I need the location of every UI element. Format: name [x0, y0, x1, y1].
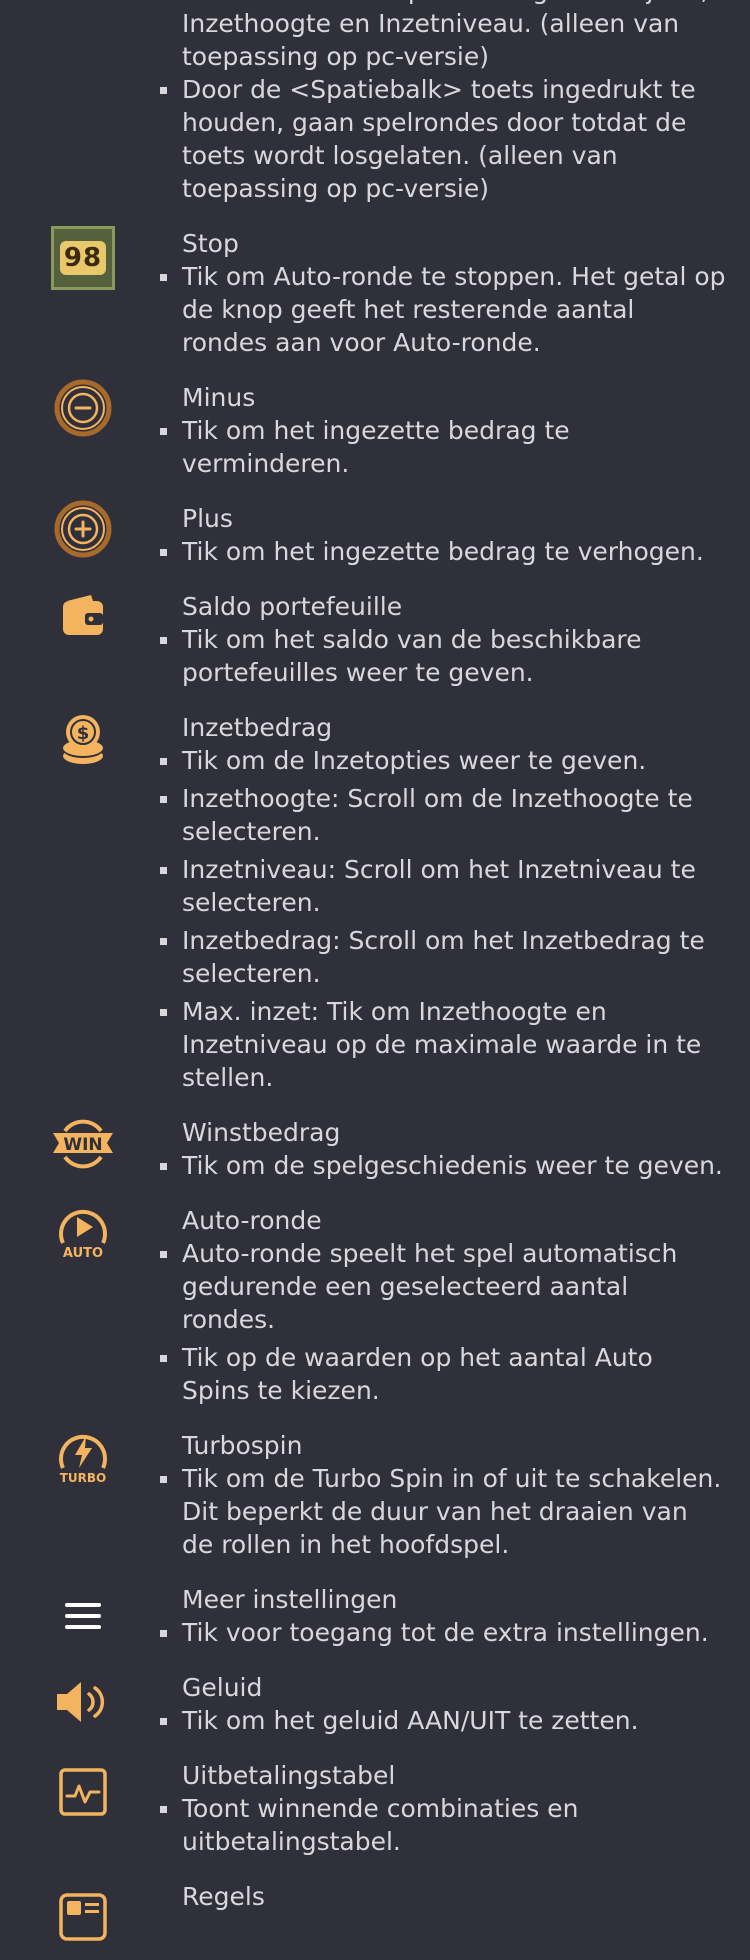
win-icon: WIN: [50, 1110, 116, 1176]
sound-icon: [50, 1669, 116, 1735]
stop-badge-count: 98: [59, 241, 107, 275]
spacebar-item-2: Door de <Spatiebalk> toets ingedrukt te …: [160, 73, 726, 205]
turbo-icon: TURBO: [50, 1423, 116, 1495]
section-sound: Geluid Tik om het geluid AAN/UIT te zett…: [0, 1671, 750, 1759]
auto-title: Auto-ronde: [182, 1206, 322, 1235]
sound-title: Geluid: [182, 1673, 263, 1702]
section-turbo: TURBO Turbospin Tik om de Turbo Spin in …: [0, 1429, 750, 1583]
bet-item-3: Inzetniveau: Scroll om het Inzetniveau t…: [160, 853, 726, 919]
section-stop: 98 Stop Tik om Auto-ronde te stoppen. He…: [0, 225, 750, 381]
bet-item-2: Inzethoogte: Scroll om de Inzethoogte te…: [160, 782, 726, 848]
section-spacebar: ronde te starten op de huidige inzetlijn…: [0, 0, 750, 227]
wallet-icon: [50, 584, 116, 650]
section-wallet: Saldo portefeuille Tik om het saldo van …: [0, 590, 750, 711]
plus-icon: [50, 496, 116, 562]
minus-title: Minus: [182, 383, 256, 412]
spacebar-item-1: ronde te starten op de huidige inzetlijn…: [182, 0, 726, 73]
section-auto: AUTO Auto-ronde Auto-ronde speelt het sp…: [0, 1204, 750, 1429]
section-paytable: Uitbetalingstabel Toont winnende combina…: [0, 1759, 750, 1880]
plus-title: Plus: [182, 504, 233, 533]
svg-text:$: $: [77, 723, 90, 744]
auto-item-2: Tik op de waarden op het aantal Auto Spi…: [160, 1341, 726, 1407]
menu-icon: [50, 1583, 116, 1649]
paytable-title: Uitbetalingstabel: [182, 1761, 396, 1790]
section-plus: Plus Tik om het ingezette bedrag te verh…: [0, 500, 750, 590]
turbo-item-1: Tik om de Turbo Spin in of uit te schake…: [160, 1462, 726, 1561]
menu-item-1: Tik voor toegang tot de extra instelling…: [160, 1616, 726, 1649]
bet-item-5: Max. inzet: Tik om Inzethoogte en Inzetn…: [160, 995, 726, 1094]
paytable-icon: [50, 1759, 116, 1825]
sound-item-1: Tik om het geluid AAN/UIT te zetten.: [160, 1704, 726, 1737]
rules-icon: [50, 1884, 116, 1950]
minus-item-1: Tik om het ingezette bedrag te verminder…: [160, 414, 726, 480]
coins-icon: $: [50, 707, 116, 773]
plus-item-1: Tik om het ingezette bedrag te verhogen.: [160, 535, 726, 568]
bet-item-4: Inzetbedrag: Scroll om het Inzetbedrag t…: [160, 924, 726, 990]
paytable-item-1: Toont winnende combinaties en uitbetalin…: [160, 1792, 726, 1858]
section-menu: Meer instellingen Tik voor toegang tot d…: [0, 1583, 750, 1671]
win-title: Winstbedrag: [182, 1118, 341, 1147]
section-bet: $ Inzetbedrag Tik om de Inzetopties weer…: [0, 711, 750, 1116]
bet-title: Inzetbedrag: [182, 713, 333, 742]
menu-title: Meer instellingen: [182, 1585, 398, 1614]
bet-item-1: Tik om de Inzetopties weer te geven.: [160, 744, 726, 777]
section-minus: Minus Tik om het ingezette bedrag te ver…: [0, 379, 750, 502]
stop-badge-icon: 98: [50, 225, 116, 291]
section-rules: Regels: [0, 1880, 750, 1941]
wallet-item-1: Tik om het saldo van de beschikbare port…: [160, 623, 726, 689]
win-item-1: Tik om de spelgeschiedenis weer te geven…: [160, 1149, 726, 1182]
rules-title: Regels: [182, 1882, 265, 1911]
auto-item-1: Auto-ronde speelt het spel automatisch g…: [160, 1237, 726, 1336]
help-page: ronde te starten op de huidige inzetlijn…: [0, 0, 750, 1941]
stop-item-1: Tik om Auto-ronde te stoppen. Het getal …: [160, 262, 726, 357]
auto-play-icon: AUTO: [50, 1198, 116, 1270]
minus-icon: [50, 375, 116, 441]
stop-title: Stop: [182, 229, 239, 258]
turbo-title: Turbospin: [182, 1431, 303, 1460]
auto-icon-label: AUTO: [63, 1246, 103, 1261]
turbo-icon-label: TURBO: [60, 1471, 107, 1485]
section-win: WIN Winstbedrag Tik om de spelgeschieden…: [0, 1116, 750, 1204]
wallet-title: Saldo portefeuille: [182, 592, 403, 621]
win-icon-label: WIN: [63, 1135, 102, 1155]
